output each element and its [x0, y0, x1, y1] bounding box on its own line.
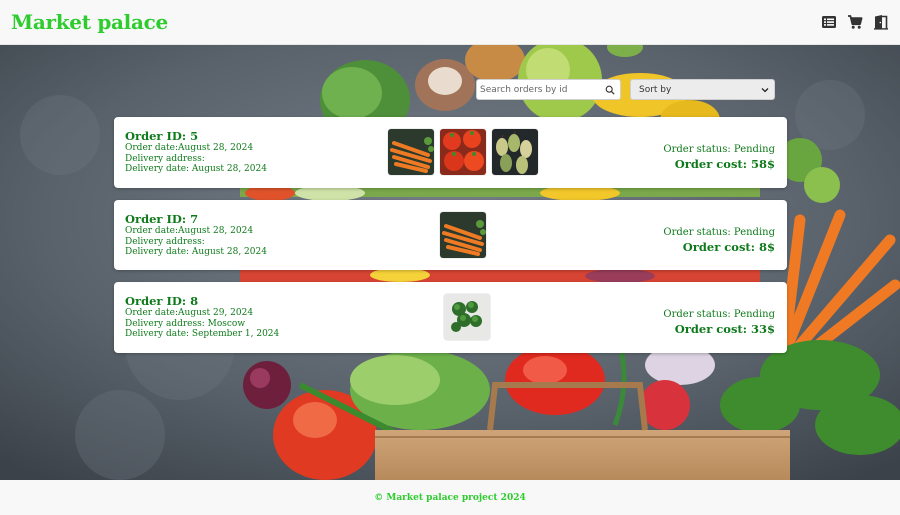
- order-item-images: [388, 129, 538, 175]
- order-status: Order status: Pending: [663, 309, 775, 320]
- tomatoes-image: [440, 129, 486, 175]
- delivery-date: Delivery date: August 28, 2024: [125, 164, 267, 174]
- orders-list-icon[interactable]: [820, 14, 837, 31]
- sort-by-label: Sort by: [639, 84, 672, 95]
- order-summary: Order status: Pending Order cost: 58$: [663, 144, 775, 171]
- order-date: Order date:August 28, 2024: [125, 143, 254, 153]
- chevron-down-icon: [761, 86, 769, 94]
- order-date: Order date:August 29, 2024: [125, 308, 254, 318]
- search-orders-field[interactable]: [476, 79, 621, 100]
- footer: © Market palace project 2024: [0, 480, 900, 515]
- order-cost: Order cost: 58$: [674, 157, 775, 171]
- brand-logo-text[interactable]: Market palace: [11, 10, 168, 34]
- order-card[interactable]: Order ID: 8 Order date:August 29, 2024 D…: [114, 282, 787, 353]
- order-summary: Order status: Pending Order cost: 33$: [663, 309, 775, 336]
- broccoli-image: [444, 294, 490, 340]
- cart-icon[interactable]: [846, 14, 863, 31]
- top-navbar: Market palace: [0, 0, 900, 45]
- footer-copyright: © Market palace project 2024: [374, 492, 526, 503]
- order-id: Order ID: 8: [125, 294, 199, 308]
- order-status: Order status: Pending: [663, 144, 775, 155]
- order-details: Order ID: 5 Order date:August 28, 2024 D…: [125, 130, 267, 175]
- header-icon-group: [820, 14, 889, 31]
- carrots-image: [388, 129, 434, 175]
- order-card[interactable]: Order ID: 7 Order date:August 28, 2024 D…: [114, 200, 787, 270]
- logout-door-icon[interactable]: [872, 14, 889, 31]
- order-details: Order ID: 8 Order date:August 29, 2024 D…: [125, 295, 279, 340]
- order-item-images: [440, 212, 486, 258]
- order-details: Order ID: 7 Order date:August 28, 2024 D…: [125, 213, 267, 258]
- order-summary: Order status: Pending Order cost: 8$: [663, 227, 775, 254]
- vegetables-background: Sort by Order ID: 5 Order date:August 28…: [0, 45, 900, 480]
- order-status: Order status: Pending: [663, 227, 775, 238]
- order-cost: Order cost: 33$: [674, 322, 775, 336]
- delivery-date: Delivery date: August 28, 2024: [125, 247, 267, 257]
- delivery-address: Delivery address: Moscow: [125, 318, 246, 329]
- delivery-address: Delivery address:: [125, 236, 205, 247]
- delivery-address: Delivery address:: [125, 153, 205, 164]
- order-date: Order date:August 28, 2024: [125, 226, 254, 236]
- order-controls: Sort by: [476, 79, 775, 100]
- order-card[interactable]: Order ID: 5 Order date:August 28, 2024 D…: [114, 117, 787, 188]
- order-cost: Order cost: 8$: [682, 240, 775, 254]
- search-icon[interactable]: [605, 85, 615, 95]
- pears-image: [492, 129, 538, 175]
- order-item-images: [444, 294, 490, 340]
- delivery-date: Delivery date: September 1, 2024: [125, 329, 280, 339]
- sort-by-select[interactable]: Sort by: [630, 79, 775, 100]
- carrots-image: [440, 212, 486, 258]
- order-id: Order ID: 5: [125, 129, 199, 143]
- order-id: Order ID: 7: [125, 212, 199, 226]
- search-orders-input[interactable]: [480, 84, 605, 95]
